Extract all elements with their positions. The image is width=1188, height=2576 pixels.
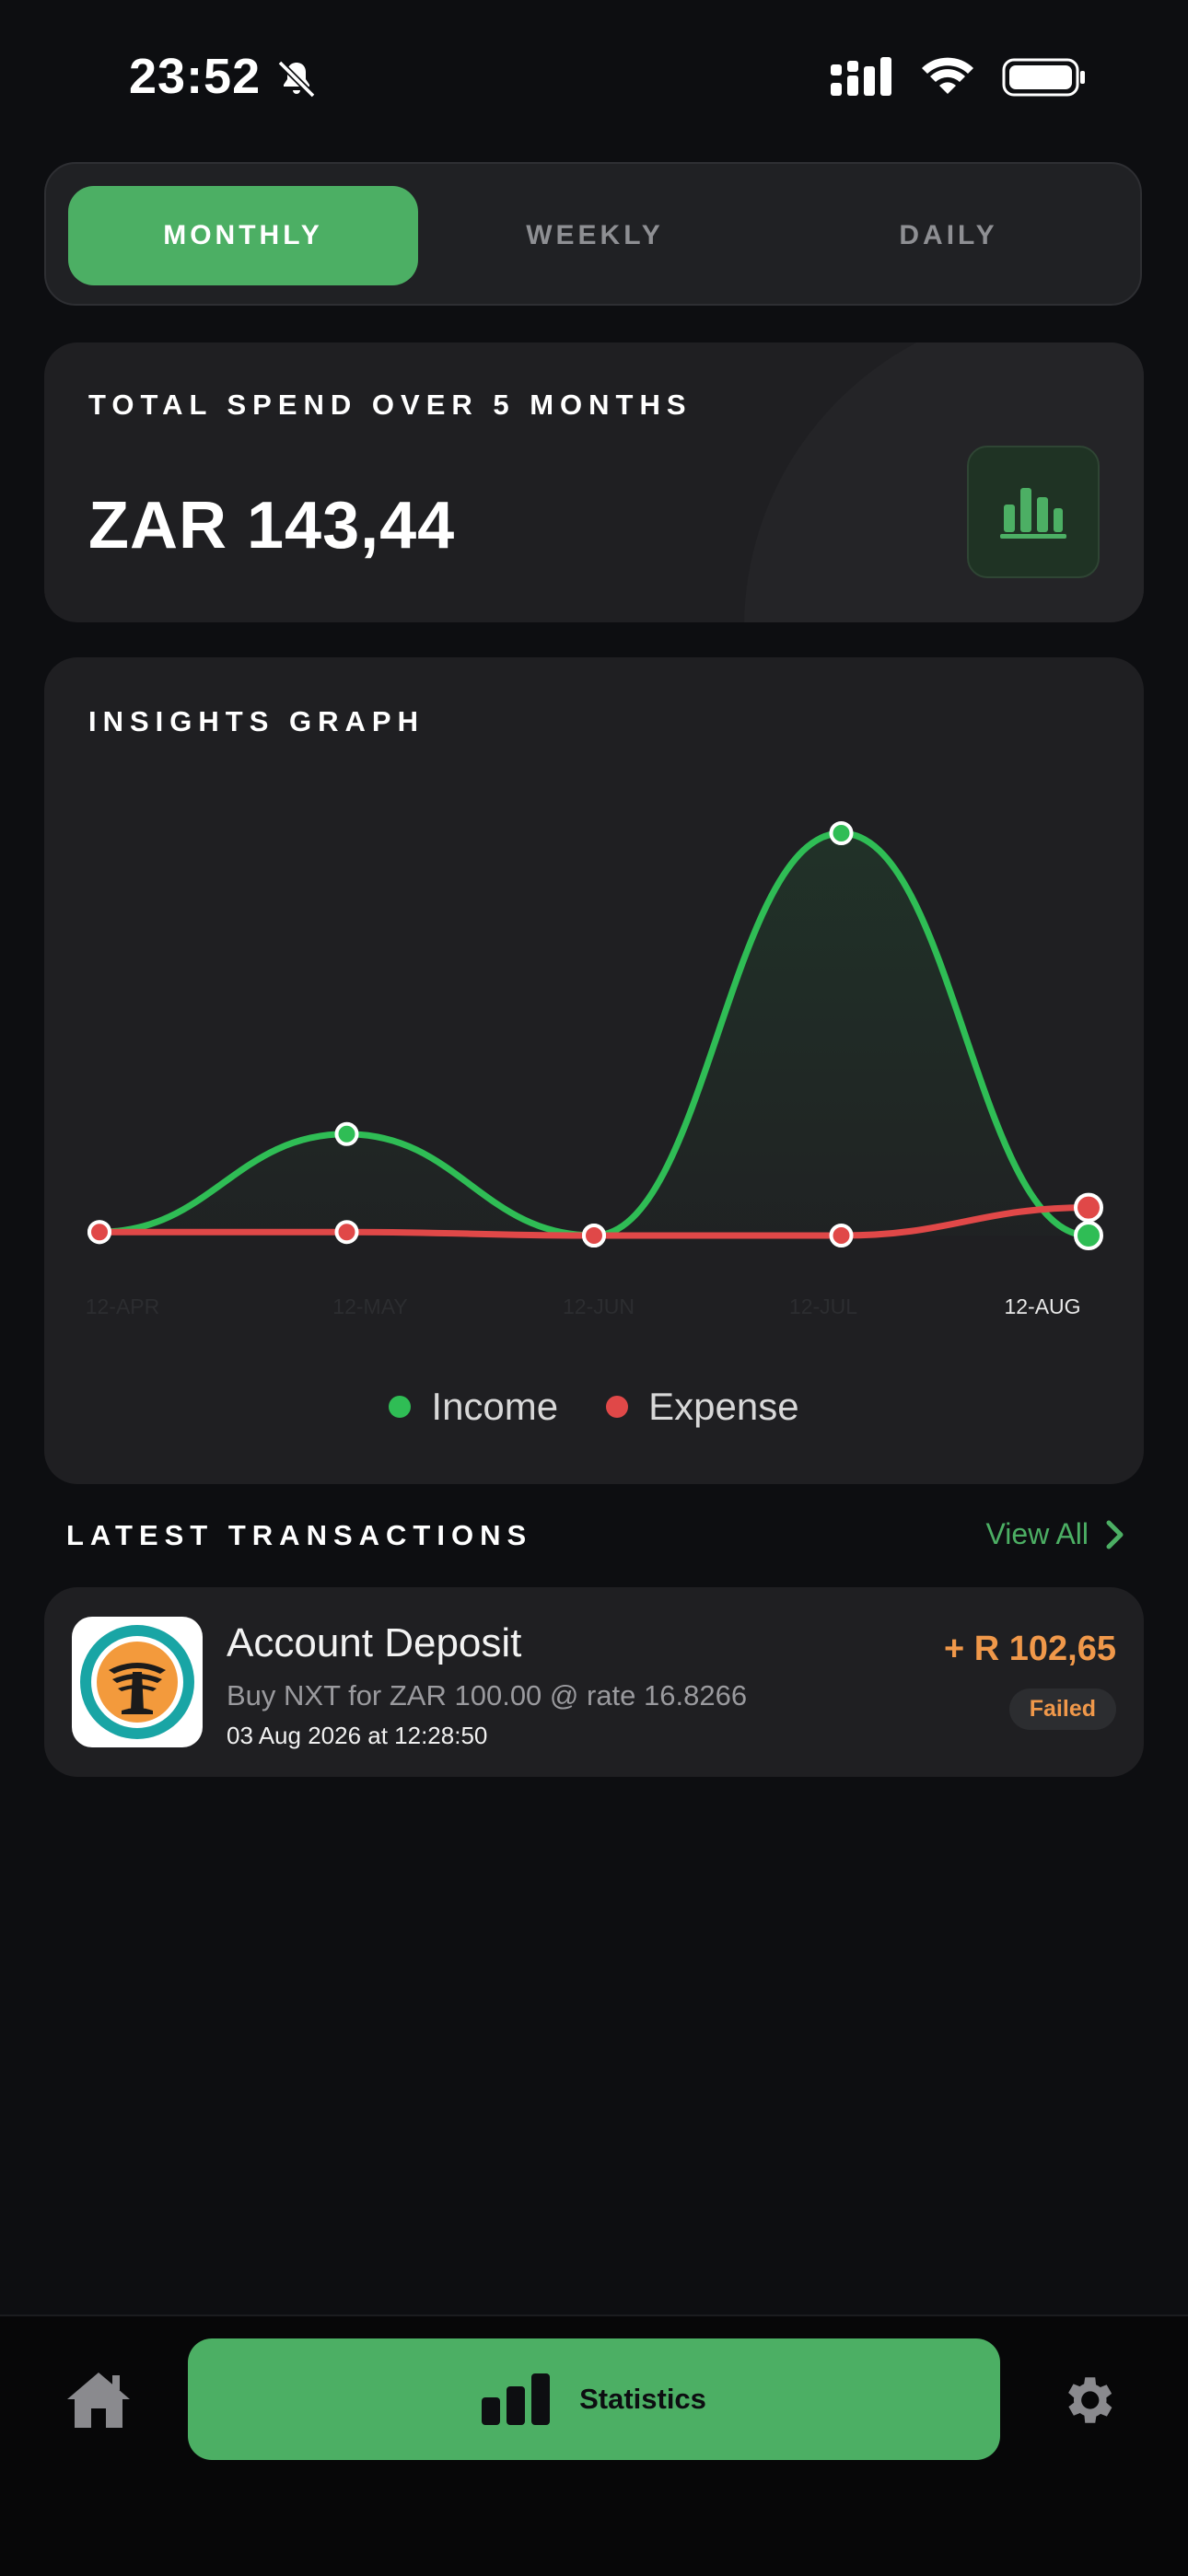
period-selector: MONTHLY WEEKLY DAILY: [44, 162, 1142, 306]
chevron-right-icon: [1106, 1520, 1124, 1549]
expense-data-point[interactable]: [582, 1224, 606, 1247]
transaction-description: Buy NXT for ZAR 100.00 @ rate 16.8266: [227, 1679, 748, 1712]
expense-data-point[interactable]: [334, 1220, 359, 1245]
battery-icon: [1002, 58, 1085, 97]
nav-statistics-button[interactable]: Statistics: [188, 2338, 1000, 2460]
status-time: 23:52: [129, 49, 262, 104]
bar-chart-icon: [1000, 488, 1066, 539]
insights-card: INSIGHTS GRAPH 12-APR 12-MAY 12-JUN 12-J…: [44, 657, 1144, 1484]
nav-settings-button[interactable]: [1057, 2370, 1118, 2435]
total-spend-title: TOTAL SPEND OVER 5 MONTHS: [88, 389, 693, 421]
total-spend-amount: ZAR 143,44: [88, 489, 456, 563]
transaction-date: 03 Aug 2026 at 12:28:50: [227, 1722, 488, 1749]
chart-toggle-button[interactable]: [967, 446, 1100, 578]
legend-income[interactable]: Income: [389, 1385, 558, 1429]
x-tick-label: 12-APR: [85, 1294, 160, 1318]
gear-icon: [1068, 2377, 1112, 2423]
expense-data-point[interactable]: [87, 1220, 111, 1245]
view-all-label: View All: [985, 1517, 1089, 1550]
income-data-point[interactable]: [334, 1121, 359, 1146]
x-tick-label: 12-JUL: [788, 1294, 858, 1318]
latest-transactions-title: LATEST TRANSACTIONS: [66, 1519, 533, 1551]
transaction-title: Account Deposit: [227, 1620, 522, 1665]
status-badge: Failed: [1008, 1688, 1116, 1730]
insights-line-chart: [87, 821, 1103, 1250]
bar-chart-icon: [482, 2373, 551, 2425]
legend-expense[interactable]: Expense: [606, 1385, 799, 1429]
income-area: [99, 833, 1089, 1236]
bank-tree-icon: [80, 1625, 194, 1739]
bell-muted-icon: [277, 60, 316, 99]
wifi-icon: [922, 57, 973, 94]
expense-dot-icon: [606, 1396, 629, 1418]
legend-expense-label: Expense: [648, 1385, 799, 1428]
bottom-nav: Statistics: [0, 2315, 1188, 2576]
status-bar: 23:52: [0, 0, 1188, 157]
x-tick-label: 12-JUN: [563, 1294, 635, 1318]
income-dot-icon: [389, 1396, 412, 1418]
latest-transactions-header: LATEST TRANSACTIONS View All: [66, 1515, 1125, 1561]
home-icon: [67, 2373, 130, 2428]
x-tick-label: 12-MAY: [332, 1294, 408, 1318]
income-data-point[interactable]: [1074, 1221, 1103, 1250]
x-tick-label: 12-AUG: [1004, 1294, 1081, 1318]
total-spend-card: TOTAL SPEND OVER 5 MONTHS ZAR 143,44: [44, 342, 1144, 622]
expense-data-point[interactable]: [1074, 1192, 1103, 1223]
tab-monthly[interactable]: MONTHLY: [68, 186, 418, 285]
nav-home-button[interactable]: [64, 2370, 133, 2435]
view-all-link[interactable]: View All: [986, 1517, 1125, 1551]
tab-weekly[interactable]: WEEKLY: [420, 186, 770, 285]
legend-income-label: Income: [431, 1385, 559, 1428]
cellular-signal-icon: [831, 57, 891, 96]
bank-tree-logo: [72, 1617, 203, 1747]
tab-daily[interactable]: DAILY: [774, 186, 1124, 285]
chart-legend: Income Expense: [44, 1385, 1144, 1429]
nav-statistics-label: Statistics: [579, 2383, 706, 2415]
income-data-point[interactable]: [829, 821, 854, 845]
expense-data-point[interactable]: [829, 1224, 854, 1247]
transaction-amount: + R 102,65: [944, 1630, 1116, 1668]
transaction-item[interactable]: Account Deposit Buy NXT for ZAR 100.00 @…: [44, 1587, 1144, 1777]
